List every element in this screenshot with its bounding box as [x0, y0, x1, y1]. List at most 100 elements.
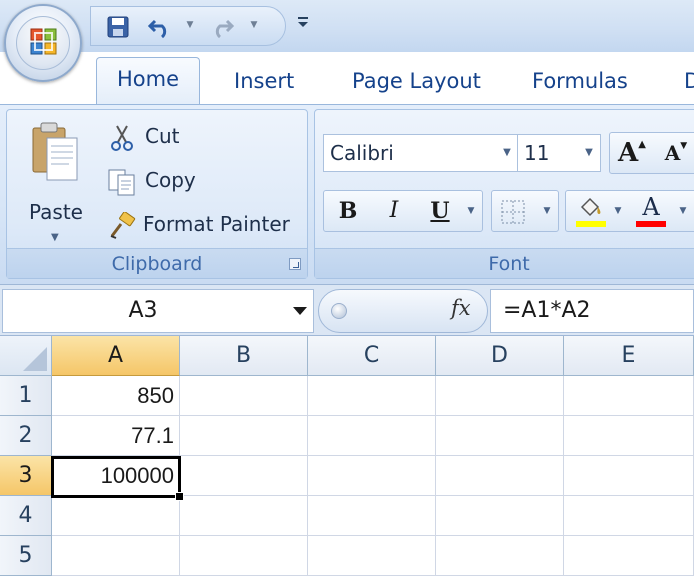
insert-function-button[interactable]: fx — [451, 296, 471, 320]
cell-c4[interactable] — [308, 496, 436, 536]
copy-icon — [107, 168, 137, 196]
column-header-d[interactable]: D — [436, 336, 564, 376]
font-group-label: Font — [315, 248, 694, 278]
fill-handle[interactable] — [175, 492, 184, 501]
fill-color-button[interactable] — [570, 193, 610, 229]
tab-home[interactable]: Home — [96, 57, 200, 107]
font-size-value: 11 — [524, 141, 550, 165]
cell-a1[interactable]: 850 — [52, 376, 180, 416]
cut-label: Cut — [145, 124, 180, 148]
paste-label: Paste — [29, 200, 83, 224]
tab-insert[interactable]: Insert — [234, 60, 294, 104]
font-color-label: A — [642, 193, 660, 221]
column-header-b[interactable]: B — [180, 336, 308, 376]
cell-b1[interactable] — [180, 376, 308, 416]
column-header-e[interactable]: E — [564, 336, 694, 376]
cell-d4[interactable] — [436, 496, 564, 536]
format-painter-label: Format Painter — [143, 212, 290, 236]
borders-button[interactable]: ▼ — [491, 190, 559, 232]
cell-a3[interactable]: 100000 — [52, 456, 180, 496]
select-all-button[interactable] — [0, 336, 52, 376]
font-family-value: Calibri — [330, 141, 394, 165]
font-size-dropdown-icon[interactable]: ▼ — [578, 135, 600, 171]
cell-d3[interactable] — [436, 456, 564, 496]
cell-e1[interactable] — [564, 376, 694, 416]
cell-b4[interactable] — [180, 496, 308, 536]
shrink-font-arrow-icon: ▼ — [680, 141, 688, 151]
grow-shrink-group: A▲ A▼ — [609, 132, 694, 174]
underline-button[interactable]: U — [420, 191, 460, 231]
cell-d1[interactable] — [436, 376, 564, 416]
copy-button[interactable]: Copy — [105, 166, 295, 200]
cell-c5[interactable] — [308, 536, 436, 576]
italic-button[interactable]: I — [374, 191, 414, 231]
clipboard-dialog-launcher-icon[interactable] — [289, 258, 301, 270]
tab-formulas[interactable]: Formulas — [532, 60, 628, 104]
redo-icon[interactable] — [209, 15, 235, 39]
cell-b3[interactable] — [180, 456, 308, 496]
cell-b2[interactable] — [180, 416, 308, 456]
cell-d5[interactable] — [436, 536, 564, 576]
bold-italic-underline-group: B I U ▼ — [323, 190, 483, 232]
cell-c2[interactable] — [308, 416, 436, 456]
cell-a5[interactable] — [52, 536, 180, 576]
column-header-a[interactable]: A — [52, 336, 180, 376]
cell-e3[interactable] — [564, 456, 694, 496]
paste-icon — [29, 120, 81, 184]
row-header-4[interactable]: 4 — [0, 496, 52, 536]
format-painter-icon — [107, 211, 137, 240]
resize-knob-icon[interactable] — [331, 303, 347, 319]
cell-e2[interactable] — [564, 416, 694, 456]
redo-dropdown-icon[interactable]: ▼ — [249, 20, 259, 30]
row-header-5[interactable]: 5 — [0, 536, 52, 576]
save-icon[interactable] — [105, 15, 131, 39]
font-color-dropdown-icon[interactable]: ▼ — [674, 191, 692, 231]
formula-input[interactable]: =A1*A2 — [490, 289, 694, 333]
cell-c1[interactable] — [308, 376, 436, 416]
row-header-3[interactable]: 3 — [0, 456, 52, 496]
font-family-select[interactable]: Calibri ▼ — [323, 134, 519, 172]
cell-a4[interactable] — [52, 496, 180, 536]
cell-a2[interactable]: 77.1 — [52, 416, 180, 456]
font-size-select[interactable]: 11 ▼ — [517, 134, 601, 172]
fill-and-font-color-group: ▼ A ▼ — [565, 190, 694, 232]
grow-font-label: A — [618, 138, 639, 168]
grow-font-button[interactable]: A▲ — [612, 133, 652, 173]
customize-qat-icon[interactable] — [296, 14, 310, 30]
row-header-2[interactable]: 2 — [0, 416, 52, 456]
undo-icon[interactable] — [147, 15, 173, 39]
formula-bar-controls: fx — [318, 289, 488, 333]
name-box-dropdown-icon[interactable] — [293, 307, 307, 315]
copy-label: Copy — [145, 168, 196, 192]
font-family-dropdown-icon[interactable]: ▼ — [496, 135, 518, 171]
column-header-c[interactable]: C — [308, 336, 436, 376]
fill-color-swatch — [576, 221, 606, 227]
tab-page-layout[interactable]: Page Layout — [352, 60, 481, 104]
cell-e4[interactable] — [564, 496, 694, 536]
cell-d2[interactable] — [436, 416, 564, 456]
bold-button[interactable]: B — [328, 191, 368, 231]
formula-bar: A3 fx =A1*A2 — [0, 284, 694, 336]
paint-bucket-icon — [576, 195, 604, 221]
undo-dropdown-icon[interactable]: ▼ — [185, 20, 195, 30]
borders-dropdown-icon[interactable]: ▼ — [538, 191, 556, 231]
cell-e5[interactable] — [564, 536, 694, 576]
cell-c3[interactable] — [308, 456, 436, 496]
format-painter-button[interactable]: Format Painter — [105, 210, 301, 244]
tab-data[interactable]: D — [684, 60, 694, 104]
borders-icon — [500, 199, 526, 225]
quick-access-toolbar: ▼ ▼ — [90, 6, 286, 46]
font-color-button[interactable]: A — [630, 193, 670, 229]
paste-button[interactable]: Paste ▼ — [19, 118, 91, 248]
cell-b5[interactable] — [180, 536, 308, 576]
name-box[interactable]: A3 — [2, 289, 314, 333]
shrink-font-button[interactable]: A▼ — [656, 133, 694, 173]
row-header-1[interactable]: 1 — [0, 376, 52, 416]
underline-dropdown-icon[interactable]: ▼ — [462, 191, 480, 231]
cut-button[interactable]: Cut — [105, 122, 295, 156]
office-button[interactable] — [4, 4, 82, 82]
fill-color-dropdown-icon[interactable]: ▼ — [610, 191, 626, 231]
ribbon: Paste ▼ Cut Copy Format Painter Clipboar… — [0, 104, 694, 284]
shrink-font-label: A — [664, 141, 681, 165]
clipboard-group: Paste ▼ Cut Copy Format Painter Clipboar… — [6, 109, 308, 279]
